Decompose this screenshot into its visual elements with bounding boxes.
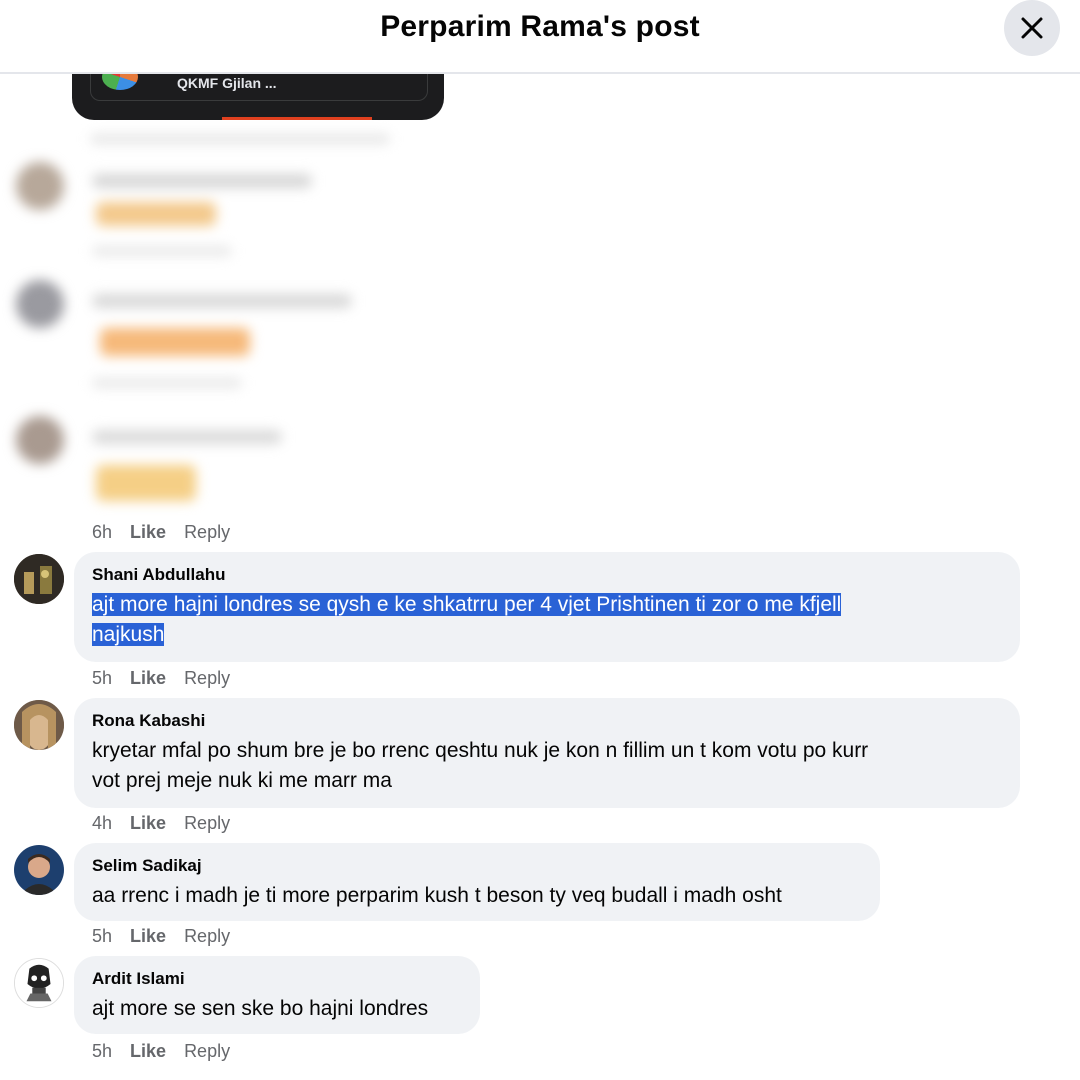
like-link[interactable]: Like: [130, 926, 166, 947]
commenter-name[interactable]: Rona Kabashi: [92, 710, 1002, 732]
reply-link[interactable]: Reply: [184, 668, 230, 689]
commenter-name[interactable]: Ardit Islami: [92, 968, 462, 990]
comment-actions: 5h Like Reply: [92, 1041, 230, 1062]
comment-bubble: Selim Sadikaj aa rrenc i madh je ti more…: [74, 843, 880, 921]
avatar[interactable]: [14, 700, 64, 750]
comment-bubble: Rona Kabashi kryetar mfal po shum bre je…: [74, 698, 1020, 808]
post-dialog: Perparim Rama's post QKMF Gjilan ... 6h …: [0, 0, 1080, 1080]
comment-time: 6h: [92, 522, 113, 542]
selected-text-line: najkush: [92, 623, 165, 646]
comment-actions: 6h Like Reply: [92, 522, 230, 543]
preview-label: QKMF Gjilan ...: [177, 75, 277, 91]
reply-link[interactable]: Reply: [184, 1041, 230, 1062]
reply-link[interactable]: Reply: [184, 926, 230, 947]
comment-text: ajt more se sen ske bo hajni londres: [92, 997, 429, 1020]
comment-text-line: kryetar mfal po shum bre je bo rrenc qes…: [92, 739, 869, 762]
commenter-name[interactable]: Shani Abdullahu: [92, 564, 1002, 586]
comment-bubble: Shani Abdullahu ajt more hajni londres s…: [74, 552, 1020, 662]
comment-time: 4h: [92, 813, 113, 833]
reply-link[interactable]: Reply: [184, 813, 230, 834]
shared-link-preview[interactable]: QKMF Gjilan ...: [72, 74, 444, 120]
dialog-title: Perparim Rama's post: [380, 10, 700, 43]
like-link[interactable]: Like: [130, 1041, 166, 1062]
comment-text: kryetar mfal po shum bre je bo rrenc qes…: [92, 736, 1002, 796]
blurred-comments: [0, 120, 600, 520]
avatar[interactable]: [14, 958, 64, 1008]
comment-time: 5h: [92, 926, 113, 946]
comment-text: ajt more hajni londres se qysh e ke shka…: [92, 590, 1002, 650]
comment-actions: 5h Like Reply: [92, 926, 230, 947]
like-link[interactable]: Like: [130, 668, 166, 689]
comment-text: aa rrenc i madh je ti more perparim kush…: [92, 884, 782, 907]
comment-text-line: vot prej meje nuk ki me marr ma: [92, 769, 392, 792]
close-icon: [1021, 17, 1043, 39]
comment-bubble: Ardit Islami ajt more se sen ske bo hajn…: [74, 956, 480, 1034]
avatar[interactable]: [14, 554, 64, 604]
selected-text-line: ajt more hajni londres se qysh e ke shka…: [92, 593, 842, 616]
close-button[interactable]: [1004, 0, 1060, 56]
like-link[interactable]: Like: [130, 813, 166, 834]
like-link[interactable]: Like: [130, 522, 166, 543]
comment-actions: 4h Like Reply: [92, 813, 230, 834]
comment-time: 5h: [92, 668, 113, 688]
commenter-name[interactable]: Selim Sadikaj: [92, 855, 862, 877]
dialog-header: Perparim Rama's post: [0, 0, 1080, 74]
comment-actions: 5h Like Reply: [92, 668, 230, 689]
comment-time: 5h: [92, 1041, 113, 1061]
avatar[interactable]: [14, 845, 64, 895]
reply-link[interactable]: Reply: [184, 522, 230, 543]
